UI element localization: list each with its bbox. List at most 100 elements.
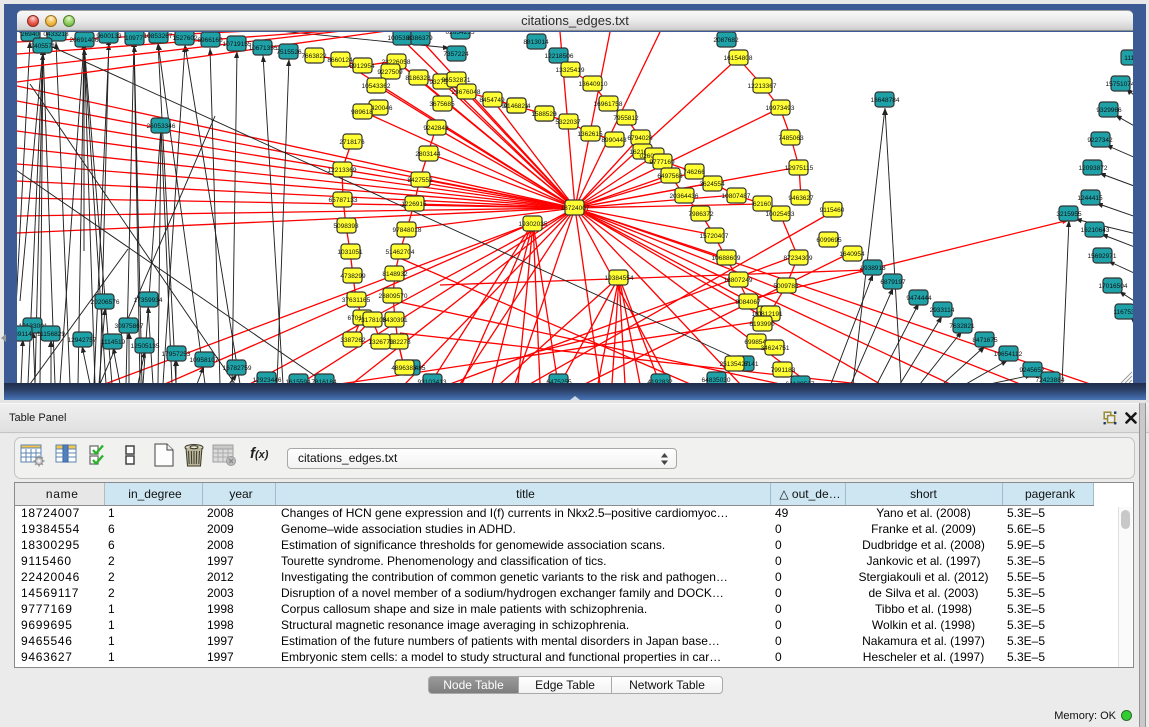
svg-text:6879197: 6879197 — [880, 279, 906, 286]
svg-text:12213369: 12213369 — [328, 167, 357, 174]
svg-text:13640910: 13640910 — [579, 81, 608, 88]
svg-text:5322037: 5322037 — [555, 119, 581, 126]
svg-text:1244415: 1244415 — [1077, 195, 1103, 202]
svg-text:1114519: 1114519 — [101, 339, 126, 346]
svg-text:9227509: 9227509 — [377, 69, 403, 76]
svg-text:10719155: 10719155 — [223, 41, 252, 48]
svg-text:1326773: 1326773 — [368, 339, 394, 346]
svg-text:1112: 1112 — [1124, 55, 1133, 62]
svg-text:1362615: 1362615 — [577, 131, 603, 138]
svg-text:3215955: 3215955 — [1056, 211, 1082, 218]
svg-text:12942757: 12942757 — [68, 337, 97, 344]
svg-text:1226916: 1226916 — [401, 201, 427, 208]
svg-text:16154808: 16154808 — [724, 55, 753, 62]
svg-text:96532871: 96532871 — [442, 77, 471, 84]
svg-text:4896383: 4896383 — [391, 365, 417, 372]
svg-text:10543362: 10543362 — [362, 83, 391, 90]
svg-text:8938918: 8938918 — [860, 265, 886, 272]
svg-text:20691406: 20691406 — [70, 37, 99, 44]
svg-text:9777169: 9777169 — [649, 159, 675, 166]
svg-text:8471675: 8471675 — [972, 337, 998, 344]
svg-text:2405571: 2405571 — [30, 43, 56, 50]
svg-text:10977: 10977 — [125, 35, 143, 42]
svg-text:2803144: 2803144 — [415, 151, 441, 158]
svg-text:8813014: 8813014 — [523, 39, 549, 46]
svg-text:6794028: 6794028 — [627, 135, 653, 142]
svg-text:26940: 26940 — [21, 32, 39, 38]
svg-text:19384554: 19384554 — [605, 275, 634, 282]
svg-text:10853267: 10853267 — [144, 33, 173, 40]
svg-text:18724007: 18724007 — [561, 205, 590, 212]
svg-text:1588520: 1588520 — [531, 111, 557, 118]
svg-text:9146821: 9146821 — [503, 103, 529, 110]
svg-text:7632821: 7632821 — [949, 323, 975, 330]
svg-text:28809570: 28809570 — [379, 293, 408, 300]
svg-text:02654235: 02654235 — [446, 32, 475, 36]
svg-text:10688609: 10688609 — [712, 255, 741, 262]
svg-text:10671355: 10671355 — [249, 45, 278, 52]
svg-text:2718176: 2718176 — [339, 139, 365, 146]
svg-text:37631165: 37631165 — [342, 297, 371, 304]
svg-text:6193990: 6193990 — [749, 321, 775, 328]
svg-text:5098393: 5098393 — [333, 223, 359, 230]
svg-text:8990443: 8990443 — [601, 137, 627, 144]
svg-text:16782759: 16782759 — [223, 365, 252, 372]
svg-text:17359934: 17359934 — [134, 297, 163, 304]
svg-text:10025453: 10025453 — [766, 211, 795, 218]
svg-text:4738299: 4738299 — [340, 273, 366, 280]
svg-text:6497568: 6497568 — [657, 173, 683, 180]
svg-text:3387262: 3387262 — [340, 337, 366, 344]
svg-text:7485063: 7485063 — [778, 135, 804, 142]
svg-text:9329966: 9329966 — [1096, 107, 1122, 114]
svg-text:10654112: 10654112 — [994, 351, 1023, 358]
svg-text:20364436: 20364436 — [670, 193, 699, 200]
svg-text:8427552: 8427552 — [407, 177, 433, 184]
svg-text:16961758: 16961758 — [594, 101, 623, 108]
svg-text:12218506: 12218506 — [545, 53, 574, 60]
svg-text:7515526: 7515526 — [276, 49, 302, 56]
svg-text:87234309: 87234309 — [784, 255, 813, 262]
svg-text:8186328: 8186328 — [405, 75, 431, 82]
svg-text:3624554: 3624554 — [699, 181, 725, 188]
svg-text:746266: 746266 — [683, 169, 705, 176]
svg-text:7991183: 7991183 — [771, 367, 796, 374]
svg-text:9227342: 9227342 — [1087, 137, 1113, 144]
svg-text:8386379: 8386379 — [407, 35, 433, 42]
svg-text:73178108: 73178108 — [358, 317, 387, 324]
svg-text:26053346: 26053346 — [147, 123, 176, 130]
svg-text:19302035: 19302035 — [519, 221, 548, 228]
svg-text:62160: 62160 — [753, 201, 771, 208]
svg-text:18807249: 18807249 — [724, 277, 753, 284]
svg-text:1527602: 1527602 — [172, 35, 198, 42]
svg-text:989618: 989618 — [351, 109, 373, 116]
svg-text:65787133: 65787133 — [329, 197, 358, 204]
svg-text:15692971: 15692971 — [1088, 253, 1117, 260]
svg-text:39114: 39114 — [17, 331, 32, 338]
svg-text:51462704: 51462704 — [386, 249, 415, 256]
svg-text:1640954: 1640954 — [839, 251, 865, 258]
svg-text:8912954: 8912954 — [349, 63, 375, 70]
svg-text:17957253: 17957253 — [162, 351, 191, 358]
svg-text:7357224: 7357224 — [443, 51, 469, 58]
svg-text:0433218: 0433218 — [43, 32, 69, 38]
svg-text:12213367: 12213367 — [748, 83, 777, 90]
svg-text:97848018: 97848018 — [393, 227, 422, 234]
svg-text:16210643: 16210643 — [1081, 227, 1110, 234]
svg-text:5009788: 5009788 — [773, 283, 799, 290]
svg-text:9115460: 9115460 — [820, 207, 845, 214]
svg-text:7663822: 7663822 — [301, 53, 327, 60]
svg-text:13325419: 13325419 — [556, 67, 585, 74]
svg-text:1031051: 1031051 — [337, 249, 363, 256]
svg-text:2933114: 2933114 — [930, 307, 955, 314]
svg-text:16648784: 16648784 — [871, 97, 900, 104]
svg-text:10973493: 10973493 — [766, 105, 795, 112]
svg-text:3675685: 3675685 — [429, 101, 455, 108]
svg-text:6966160: 6966160 — [197, 37, 223, 44]
svg-text:6099695: 6099695 — [816, 237, 842, 244]
svg-text:11156829: 11156829 — [37, 331, 65, 338]
svg-text:9084067: 9084067 — [735, 299, 761, 306]
svg-text:34624751: 34624751 — [761, 345, 790, 352]
svg-text:30975867: 30975867 — [115, 323, 144, 330]
svg-text:7955812: 7955812 — [613, 115, 639, 122]
svg-text:12093872: 12093872 — [1079, 165, 1108, 172]
